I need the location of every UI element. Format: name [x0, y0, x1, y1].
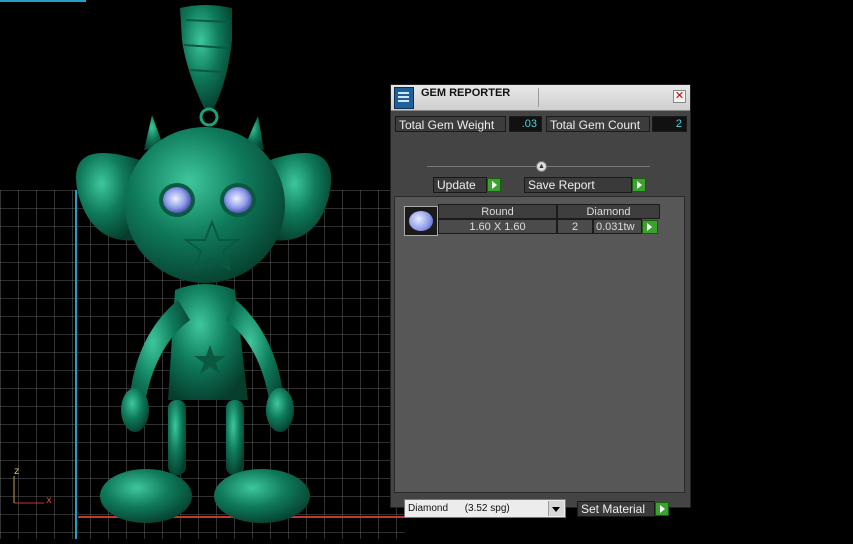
total-gem-weight-label: Total Gem Weight	[395, 116, 506, 132]
update-button-label: Update	[437, 178, 476, 192]
column-header-shape: Round	[438, 204, 557, 219]
dropdown-arrow-icon[interactable]	[548, 501, 564, 516]
panel-titlebar[interactable]: GEM REPORTER ✕	[391, 85, 690, 111]
gem-reporter-icon	[394, 87, 414, 109]
save-report-label: Save Report	[528, 178, 595, 192]
close-button[interactable]: ✕	[673, 90, 686, 103]
total-gem-weight-value: .03	[509, 116, 542, 132]
gem-list[interactable]: Round Diamond 1.60 X 1.60 2 0.031tw	[394, 196, 685, 493]
save-report-button[interactable]: Save Report	[524, 177, 632, 193]
total-gem-count-label: Total Gem Count	[546, 116, 650, 132]
axis-x-label: x	[46, 495, 52, 506]
set-material-label: Set Material	[581, 502, 646, 516]
panel-title: GEM REPORTER	[421, 87, 511, 99]
top-edge-marker	[0, 0, 86, 2]
gem-reporter-panel: GEM REPORTER ✕ Total Gem Weight .03 Tota…	[390, 84, 691, 518]
material-select[interactable]: Diamond (3.52 spg)	[404, 499, 566, 518]
set-material-button[interactable]: Set Material	[577, 501, 655, 517]
save-report-arrow-icon[interactable]	[632, 178, 646, 192]
axis-z-label: z	[14, 466, 20, 477]
panel-body: Total Gem Weight .03 Total Gem Count 2 ▲…	[391, 111, 690, 518]
gem-size-cell: 1.60 X 1.60	[438, 219, 557, 234]
gem-row-arrow-icon[interactable]	[642, 220, 658, 234]
update-button[interactable]: Update	[433, 177, 487, 193]
round-diamond-icon[interactable]	[404, 206, 438, 236]
total-gem-count-value: 2	[652, 116, 687, 132]
set-material-arrow-icon[interactable]	[655, 502, 669, 516]
collapse-up-icon[interactable]: ▲	[536, 161, 547, 172]
update-arrow-icon[interactable]	[487, 178, 501, 192]
gem-count-cell: 2	[557, 219, 593, 234]
column-header-material: Diamond	[557, 204, 660, 219]
title-separator	[538, 88, 539, 107]
gem-weight-cell: 0.031tw	[593, 219, 642, 234]
material-select-value: Diamond (3.52 spg)	[408, 503, 510, 514]
